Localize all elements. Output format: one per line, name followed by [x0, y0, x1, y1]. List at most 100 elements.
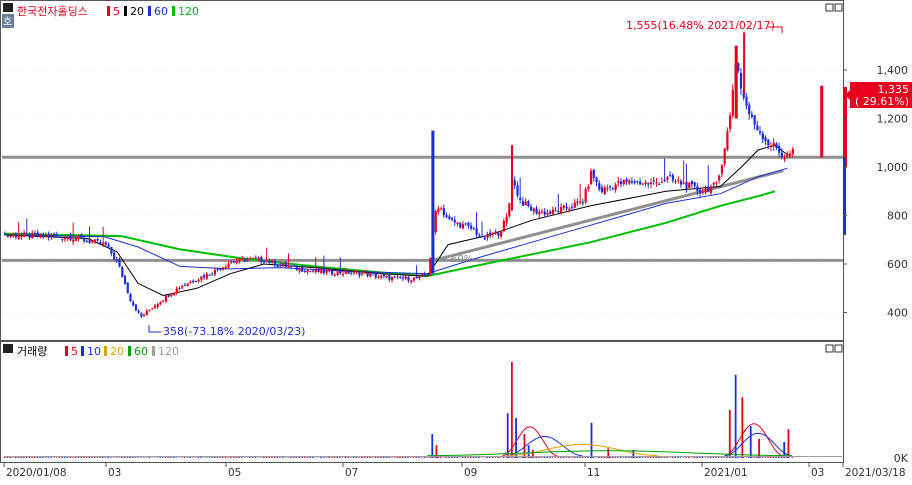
candle-body [108, 245, 110, 247]
candle-body [260, 257, 262, 262]
candle-body [786, 154, 788, 157]
candle-body [571, 207, 573, 208]
maximize-icon[interactable] [826, 4, 833, 11]
legend-swatch-ma60 [148, 6, 151, 16]
candle-body [704, 189, 706, 193]
candle-body [105, 243, 107, 245]
volume-bar [623, 457, 625, 458]
candle-body [574, 202, 576, 207]
candle-body [440, 209, 442, 210]
volume-bar [211, 457, 213, 458]
candle-body [470, 226, 472, 229]
vol-legend-10: 10 [87, 345, 101, 358]
date-x-axis: 2020/01/0803050709112021/01032021/03/18 [4, 462, 906, 479]
candle-body [138, 311, 140, 313]
volume-bar [500, 457, 502, 458]
volume-close-icon[interactable] [835, 345, 842, 352]
volume-bar [726, 457, 728, 458]
volume-spike-bar [741, 397, 743, 458]
candle-spike [843, 157, 846, 235]
volume-bar [72, 457, 74, 458]
candle-body [53, 234, 55, 236]
volume-panel-menu-icon[interactable] [3, 344, 13, 353]
candle-body [691, 181, 693, 184]
volume-bar [519, 457, 521, 458]
candle-body [252, 258, 254, 259]
volume-bar [187, 457, 189, 458]
candle-body [15, 235, 17, 238]
volume-bar [715, 457, 717, 458]
candle-body [634, 182, 636, 183]
candle-body [86, 241, 88, 242]
candle-body [279, 264, 281, 265]
candle-body [255, 258, 257, 259]
candle-body [34, 233, 36, 234]
candle-body [140, 313, 142, 317]
candle-body [696, 186, 698, 191]
candle-body [563, 206, 565, 208]
vol-legend-swatch-60 [128, 346, 131, 356]
candle-body [181, 286, 183, 288]
candle-body [405, 277, 407, 279]
volume-maximize-icon[interactable] [826, 345, 833, 352]
candle-body [456, 222, 458, 223]
candle-body [29, 234, 31, 238]
candle-body [601, 187, 603, 192]
candle-body [478, 235, 480, 236]
candle-body [424, 274, 426, 275]
volume-bar [67, 457, 69, 458]
candle-body [18, 236, 20, 238]
volume-bar [655, 457, 657, 458]
candle-body [146, 311, 148, 315]
candle-body [582, 202, 584, 203]
candle-body [694, 182, 696, 186]
volume-bar [617, 457, 619, 458]
candle-body [296, 267, 298, 270]
volume-bar [664, 457, 666, 458]
volume-bar [718, 457, 720, 458]
candle-body [67, 237, 69, 239]
volume-bar [748, 457, 750, 458]
candle-body [435, 211, 437, 232]
candle-body [200, 277, 202, 280]
price-tick-label: 1,400 [877, 64, 909, 77]
volume-bar [604, 457, 606, 458]
panel-menu-icon[interactable] [3, 3, 13, 12]
candle-body [307, 270, 309, 272]
price-tick-label: 1,000 [877, 161, 909, 174]
candle-body [549, 211, 551, 213]
volume-bar [426, 457, 428, 458]
candle-body [154, 306, 156, 308]
candle-body [647, 183, 649, 185]
candle-body [238, 258, 240, 261]
candle-body [489, 233, 491, 236]
candle-body [118, 259, 120, 266]
volume-bar [140, 457, 142, 458]
volume-bar [31, 457, 33, 458]
candle-body [710, 187, 712, 193]
candle-body [497, 233, 499, 236]
volume-bar [565, 457, 567, 458]
candle-body [623, 180, 625, 184]
volume-bar [541, 457, 543, 458]
candle-body [527, 201, 529, 206]
volume-bar [268, 457, 270, 458]
volume-panel-frame [1, 342, 844, 463]
candle-body [102, 243, 104, 246]
volume-spike-bar [729, 410, 731, 458]
candle-body [99, 242, 101, 244]
candle-body [481, 236, 483, 237]
candle-body [688, 182, 690, 188]
candle-body [721, 165, 723, 174]
date-tick-label: 11 [587, 467, 600, 479]
current-change: ( 29.61%) [855, 95, 909, 108]
candle-body [587, 186, 589, 189]
candle-body [50, 235, 52, 237]
candle-body [230, 262, 232, 263]
candle-body [677, 180, 679, 181]
volume-bar [173, 457, 175, 458]
legend-ma5: 5 [113, 5, 120, 18]
candle-body [26, 233, 28, 234]
candle-body [576, 201, 578, 203]
close-icon[interactable] [835, 4, 842, 11]
